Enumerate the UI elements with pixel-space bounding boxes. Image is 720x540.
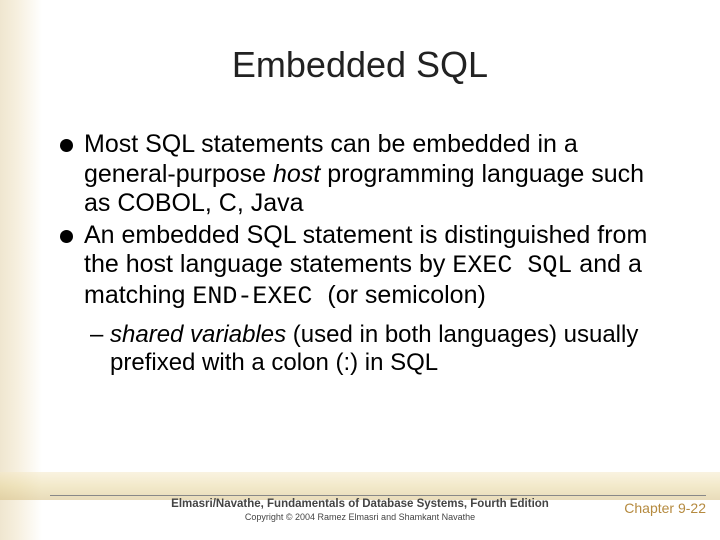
footer-line1: Elmasri/Navathe, Fundamentals of Databas… bbox=[0, 498, 720, 510]
bullet-item: An embedded SQL statement is distinguish… bbox=[62, 221, 670, 312]
slide-title: Embedded SQL bbox=[0, 44, 720, 86]
text-emphasis: host bbox=[273, 160, 320, 188]
text-code: EXEC SQL bbox=[452, 251, 572, 280]
slide-body: Most SQL statements can be embedded in a… bbox=[62, 130, 670, 378]
sub-bullet-text: shared variables (used in both languages… bbox=[110, 321, 638, 376]
footer-line2: Copyright © 2004 Ramez Elmasri and Shamk… bbox=[0, 512, 720, 522]
bullet-dot-icon bbox=[60, 139, 73, 152]
bullet-item: Most SQL statements can be embedded in a… bbox=[62, 130, 670, 219]
bullet-dot-icon bbox=[60, 230, 73, 243]
text-emphasis: shared variables bbox=[110, 321, 286, 348]
slide-footer: Elmasri/Navathe, Fundamentals of Databas… bbox=[0, 498, 720, 522]
bullet-text: Most SQL statements can be embedded in a… bbox=[84, 130, 644, 217]
sub-bullet-item: – shared variables (used in both languag… bbox=[62, 321, 670, 378]
text-code: END-EXEC bbox=[192, 282, 327, 311]
bullet-text: An embedded SQL statement is distinguish… bbox=[84, 221, 647, 309]
dash-icon: – bbox=[90, 321, 103, 349]
slide: Embedded SQL Most SQL statements can be … bbox=[0, 0, 720, 540]
footer-rule bbox=[50, 495, 706, 496]
page-number: Chapter 9-22 bbox=[624, 500, 706, 516]
text-run: (or semicolon) bbox=[327, 281, 485, 309]
